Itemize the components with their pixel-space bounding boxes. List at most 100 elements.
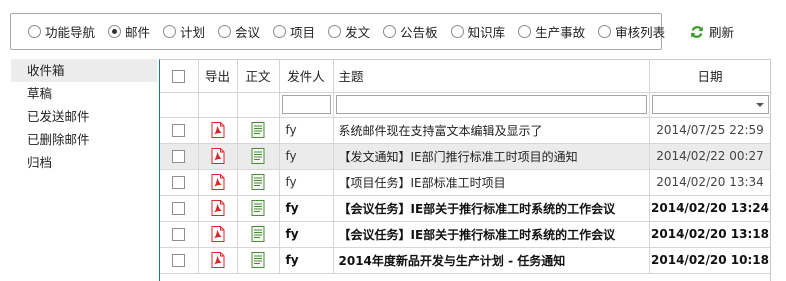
pdf-export-icon[interactable] <box>211 200 225 216</box>
document-body-icon[interactable] <box>251 200 265 216</box>
folder-item[interactable]: 已删除邮件 <box>11 128 157 151</box>
pdf-export-icon[interactable] <box>211 226 225 242</box>
pdf-export-icon[interactable] <box>211 252 225 268</box>
radio-unchecked-icon[interactable] <box>450 25 464 38</box>
nav-option-label: 发文 <box>345 25 371 40</box>
sender-column-header[interactable]: 发件人 <box>279 60 334 93</box>
nav-option-label: 邮件 <box>125 25 151 40</box>
nav-option[interactable]: 公告板 <box>383 22 438 41</box>
row-checkbox[interactable] <box>172 124 186 137</box>
subject-column-header[interactable]: 主题 <box>333 60 650 93</box>
export-cell <box>198 195 238 222</box>
radio-unchecked-icon[interactable] <box>28 25 41 38</box>
nav-option[interactable]: 项目 <box>273 22 315 41</box>
mail-date: 2014/02/20 13:34 <box>649 169 770 196</box>
sender-filter-input[interactable] <box>281 95 331 114</box>
radio-unchecked-icon[interactable] <box>518 25 532 38</box>
nav-option-label: 会议 <box>235 25 261 40</box>
export-cell <box>198 143 238 170</box>
mail-row[interactable]: fy 系统邮件现在支持富文本编辑及显示了 2014/07/25 22:59 <box>160 117 770 144</box>
mail-subject[interactable]: 2014年度新品开发与生产计划 - 任务通知 <box>333 247 650 274</box>
mail-subject[interactable]: 【会议任务】IE部关于推行标准工时系统的工作会议 <box>333 221 650 248</box>
body-cell <box>237 169 280 196</box>
mail-sender: fy <box>279 143 334 170</box>
mail-subject[interactable]: 系统邮件现在支持富文本编辑及显示了 <box>333 117 650 144</box>
body-cell <box>237 117 280 144</box>
date-column-header[interactable]: 日期 <box>649 60 770 93</box>
row-checkbox[interactable] <box>172 228 186 241</box>
mail-row[interactable]: fy 【项目任务】IE部标准工时项目 2014/02/20 13:34 <box>160 169 770 196</box>
export-cell <box>198 221 238 248</box>
nav-option[interactable]: 知识库 <box>450 22 505 41</box>
mail-row[interactable]: fy 【会议任务】IE部关于推行标准工时系统的工作会议 2014/02/20 13:… <box>160 221 770 248</box>
row-checkbox-cell <box>160 143 199 170</box>
filter-cell <box>160 92 199 118</box>
radio-unchecked-icon[interactable] <box>328 25 342 38</box>
body-column-header[interactable]: 正文 <box>237 60 280 93</box>
folder-list: 收件箱 草稿 已发送邮件 已删除邮件 归档 <box>11 59 157 174</box>
export-cell <box>198 169 238 196</box>
nav-option[interactable]: 审核列表 <box>598 22 665 41</box>
export-column-header[interactable]: 导出 <box>198 60 238 93</box>
nav-option-label: 功能导航 <box>45 25 96 40</box>
filter-cell <box>333 92 650 118</box>
body-cell <box>237 143 280 170</box>
mail-sender: fy <box>279 221 334 248</box>
radio-unchecked-icon[interactable] <box>598 25 612 38</box>
nav-option[interactable]: 生产事故 <box>518 22 585 41</box>
folder-item[interactable]: 已发送邮件 <box>11 105 157 128</box>
row-checkbox-cell <box>160 117 199 144</box>
radio-checked-icon[interactable] <box>108 25 122 38</box>
mail-subject[interactable]: 【项目任务】IE部标准工时项目 <box>333 169 650 196</box>
document-body-icon[interactable] <box>251 252 265 268</box>
nav-option[interactable]: 邮件 <box>108 22 150 41</box>
date-filter-select[interactable] <box>651 95 769 114</box>
row-checkbox[interactable] <box>172 202 186 215</box>
folder-item[interactable]: 收件箱 <box>11 59 157 82</box>
export-cell <box>198 117 238 144</box>
mail-row[interactable]: fy 【会议任务】IE部关于推行标准工时系统的工作会议 2014/02/20 13:… <box>160 195 770 222</box>
mail-date: 2014/02/20 13:18 <box>649 221 770 248</box>
document-body-icon[interactable] <box>251 226 265 242</box>
pdf-export-icon[interactable] <box>211 148 225 164</box>
pdf-export-icon[interactable] <box>211 122 225 138</box>
mail-date: 2014/02/20 13:24 <box>649 195 770 222</box>
radio-unchecked-icon[interactable] <box>163 25 177 38</box>
document-body-icon[interactable] <box>251 174 265 190</box>
nav-option[interactable]: 发文 <box>328 22 370 41</box>
row-checkbox[interactable] <box>172 150 186 163</box>
nav-option[interactable]: 计划 <box>163 22 205 41</box>
subject-filter-input[interactable] <box>335 95 647 114</box>
radio-unchecked-icon[interactable] <box>273 25 287 38</box>
mail-subject[interactable]: 【发文通知】IE部门推行标准工时项目的通知 <box>333 143 650 170</box>
refresh-icon <box>691 25 703 38</box>
row-checkbox-cell <box>160 221 199 248</box>
mail-date: 2014/02/22 00:27 <box>649 143 770 170</box>
body-cell <box>237 247 280 274</box>
folder-item[interactable]: 归档 <box>11 151 157 174</box>
mail-table: 导出 正文 发件人 主题 日期 fy 系统邮件现在支持富文本编辑及显示了 2014/… <box>160 60 770 274</box>
mail-sender: fy <box>279 169 334 196</box>
nav-option[interactable]: 功能导航 <box>28 22 95 41</box>
select-all-header <box>160 60 199 93</box>
row-checkbox[interactable] <box>172 254 186 267</box>
folder-item[interactable]: 草稿 <box>11 82 157 105</box>
document-body-icon[interactable] <box>251 148 265 164</box>
nav-option[interactable]: 会议 <box>218 22 260 41</box>
nav-option-label: 审核列表 <box>615 25 666 40</box>
export-cell <box>198 247 238 274</box>
select-all-checkbox[interactable] <box>172 70 186 84</box>
filter-cell <box>649 92 770 118</box>
module-nav: 功能导航 邮件 计划 会议 项目 发文 公告板 知识库 生产事故 审核列表 <box>10 13 665 50</box>
refresh-button[interactable]: 刷新 <box>690 22 734 41</box>
radio-unchecked-icon[interactable] <box>218 25 232 38</box>
mail-subject[interactable]: 【会议任务】IE部关于推行标准工时系统的工作会议 <box>333 195 650 222</box>
row-checkbox-cell <box>160 169 199 196</box>
row-checkbox[interactable] <box>172 176 186 189</box>
radio-unchecked-icon[interactable] <box>383 25 397 38</box>
mail-table-container: 导出 正文 发件人 主题 日期 fy 系统邮件现在支持富文本编辑及显示了 2014/… <box>159 59 771 281</box>
mail-row[interactable]: fy 【发文通知】IE部门推行标准工时项目的通知 2014/02/22 00:27 <box>160 143 770 170</box>
pdf-export-icon[interactable] <box>211 174 225 190</box>
mail-row[interactable]: fy 2014年度新品开发与生产计划 - 任务通知 2014/02/20 10:18 <box>160 247 770 274</box>
document-body-icon[interactable] <box>251 122 265 138</box>
